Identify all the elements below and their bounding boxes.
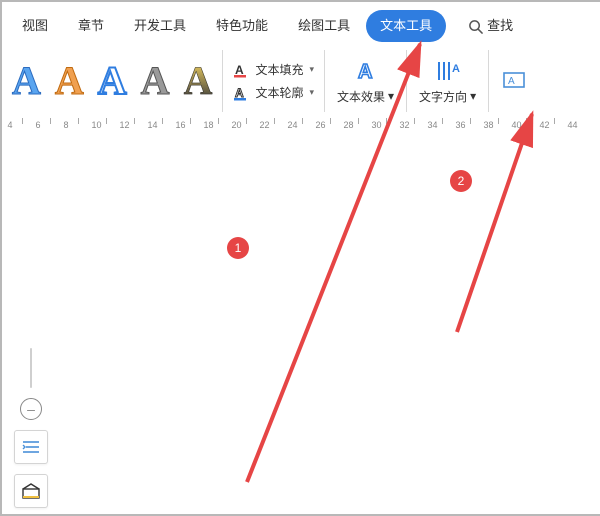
find-label: 查找 — [487, 10, 513, 42]
text-fill-outline-group: A 文本填充 ▾ A 文本轮廓 ▾ — [223, 50, 325, 112]
search-icon — [468, 19, 483, 34]
text-effects-icon: A — [353, 58, 379, 84]
ribbon-tabs: 视图 章节 开发工具 特色功能 绘图工具 文本工具 查找 — [2, 2, 600, 51]
text-direction-label: 文字方向 — [419, 88, 467, 105]
toolbar-track — [30, 348, 32, 388]
text-fill-label: 文本填充 — [255, 61, 303, 78]
wordart-gallery[interactable]: A A A A A — [2, 50, 223, 112]
text-outline-label: 文本轮廓 — [255, 84, 303, 101]
chevron-down-icon: ▾ — [388, 89, 394, 103]
envelope-button[interactable] — [14, 474, 48, 508]
tab-dev-tools[interactable]: 开发工具 — [120, 10, 200, 42]
tab-text-tools[interactable]: 文本工具 — [366, 10, 446, 42]
outline-icon — [22, 440, 40, 454]
text-outline-icon: A — [233, 85, 249, 101]
tab-featured[interactable]: 特色功能 — [202, 10, 282, 42]
ribbon-panel: A A A A A A 文本填充 ▾ A 文本轮廓 ▾ A 文本效果▾ — [2, 50, 600, 113]
text-fill-icon: A — [233, 62, 249, 78]
wordart-preset-4[interactable]: A — [141, 61, 170, 101]
text-outline-button[interactable]: A 文本轮廓 ▾ — [233, 84, 314, 101]
floating-toolbar: – — [14, 348, 48, 508]
tab-view[interactable]: 视图 — [8, 10, 62, 42]
svg-text:A: A — [508, 76, 515, 87]
wordart-preset-2[interactable]: A — [55, 61, 84, 101]
zoom-out-button[interactable]: – — [20, 398, 42, 420]
text-effects-button[interactable]: A 文本效果▾ — [325, 50, 407, 112]
document-canvas[interactable] — [2, 138, 600, 514]
wordart-preset-1[interactable]: A — [12, 61, 41, 101]
wordart-preset-5[interactable]: A — [184, 61, 213, 101]
text-effects-label: 文本效果 — [337, 88, 385, 105]
ribbon-more-button[interactable]: A — [489, 50, 539, 112]
chevron-down-icon: ▾ — [470, 89, 476, 103]
outline-view-button[interactable] — [14, 430, 48, 464]
chevron-down-icon: ▾ — [309, 64, 314, 75]
svg-text:A: A — [358, 61, 372, 83]
horizontal-ruler: 468101214161820222426283032343638404244 — [2, 112, 600, 139]
tab-draw-tools[interactable]: 绘图工具 — [284, 10, 364, 42]
svg-text:A: A — [235, 63, 244, 77]
chevron-down-icon: ▾ — [309, 87, 314, 98]
svg-text:A: A — [235, 86, 244, 100]
text-fill-button[interactable]: A 文本填充 ▾ — [233, 61, 314, 78]
text-direction-icon: A — [435, 58, 461, 84]
textbox-icon: A — [501, 68, 527, 94]
envelope-open-icon — [22, 483, 40, 499]
svg-text:A: A — [452, 63, 460, 75]
wordart-preset-3[interactable]: A — [98, 61, 127, 101]
tab-chapter[interactable]: 章节 — [64, 10, 118, 42]
text-direction-button[interactable]: A 文字方向▾ — [407, 50, 489, 112]
find-button[interactable]: 查找 — [454, 10, 527, 42]
app-window: 视图 章节 开发工具 特色功能 绘图工具 文本工具 查找 A A A A A A… — [0, 0, 600, 516]
